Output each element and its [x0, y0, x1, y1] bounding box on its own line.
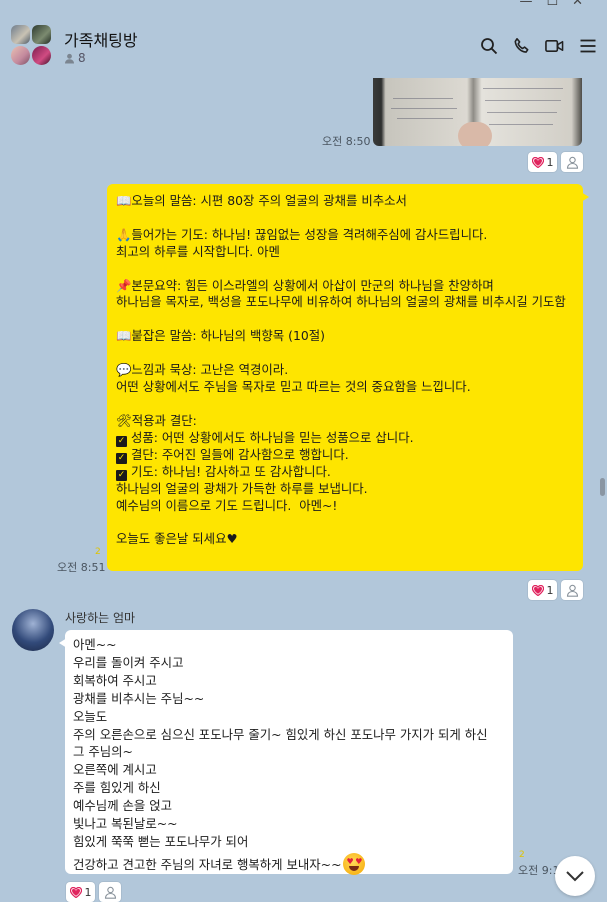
heart-icon: [531, 156, 544, 168]
message-line-text: 성품: 어떤 상황에서도 하나님을 믿는 성품으로 삽니다.: [131, 429, 414, 445]
sender-avatar[interactable]: [12, 609, 54, 651]
message-line: 건강하고 견고한 주님의 자녀로 행복하게 보내자~~ ♥ ♥: [73, 852, 505, 875]
chat-title: 가족채팅방: [64, 31, 138, 50]
message-line-text: 건강하고 견고한 주님의 자녀로 행복하게 보내자~~: [73, 856, 342, 872]
checkbox-icon: ✓: [116, 452, 127, 464]
message-time: 오전 8:50: [322, 135, 371, 148]
message-line: 🙏들어가는 기도: 하나님! 끊임없는 성장을 격려해주심에 감사드립니다.: [116, 226, 488, 242]
message-line: 하나님을 목자로, 백성을 포도나무에 비유하여 하나님의 얼굴의 광채를 비추…: [116, 294, 566, 310]
reaction-count: 1: [546, 155, 554, 169]
message-line: 어떤 상황에서도 주님을 목자로 믿고 따르는 것의 중요함을 느낍니다.: [116, 378, 471, 394]
message-line: 그 주님의~: [73, 744, 133, 760]
scrollbar-thumb[interactable]: [600, 478, 605, 496]
message-line: 예수님의 이름으로 기도 드립니다. 아멘~!: [116, 497, 338, 513]
sender-name: 사랑하는 엄마: [65, 611, 136, 625]
person-icon: [566, 156, 578, 169]
message-line: 오늘도 좋은날 되세요♥: [116, 531, 238, 547]
message-time: 오전 8:51: [57, 561, 106, 574]
reaction-count: 1: [84, 885, 92, 899]
message-line: ✓ 결단: 주어진 일들에 감사함으로 행합니다.: [116, 447, 574, 464]
message-line: 회복하여 주시고: [73, 672, 157, 688]
message-line: 하나님의 얼굴의 광채가 가득한 하루를 보냅니다.: [116, 480, 368, 496]
checkbox-icon: ✓: [116, 435, 127, 447]
received-message-bubble[interactable]: 아멘~~ 우리를 돌이켜 주시고 회복하여 주시고 광채를 비추시는 주님~~ …: [59, 630, 513, 875]
message-line: 최고의 하루를 시작합니다. 아멘: [116, 243, 280, 259]
maximize-button[interactable]: ☐: [546, 0, 572, 9]
unread-count: 2: [519, 850, 525, 860]
close-button[interactable]: ✕: [572, 0, 597, 9]
person-icon: [65, 53, 74, 63]
message-line: 아멘~~: [73, 637, 117, 652]
message-line-text: 결단: 주어진 일들에 감사함으로 행합니다.: [131, 446, 349, 462]
heart-reaction[interactable]: 1: [66, 882, 95, 902]
heart-eyes-emoji-icon: ♥ ♥: [343, 852, 366, 875]
member-avatar: [11, 25, 30, 44]
reaction-members-button[interactable]: [561, 152, 583, 172]
heart-icon: [531, 584, 544, 596]
reaction-members-button[interactable]: [561, 580, 583, 600]
scroll-to-bottom-button[interactable]: [555, 856, 595, 896]
heart-reaction[interactable]: 1: [528, 580, 557, 600]
checkbox-icon: ✓: [116, 469, 127, 481]
message-line: 우리를 돌이켜 주시고: [73, 654, 184, 670]
unread-count: 2: [95, 547, 101, 557]
message-line: 힘있게 쭉쭉 뻗는 포도나무가 되어: [73, 833, 249, 849]
heart-reaction[interactable]: 1: [528, 152, 557, 172]
message-line: 🛠적용과 결단:: [116, 412, 197, 428]
member-avatar: [32, 46, 51, 65]
group-avatar[interactable]: [11, 25, 53, 67]
message-line: ✓ 성품: 어떤 상황에서도 하나님을 믿는 성품으로 삽니다.: [116, 430, 574, 447]
chevron-down-icon: [566, 871, 584, 882]
message-line: 광채를 비추시는 주님~~: [73, 690, 205, 706]
message-line: 주의 오른손으로 심으신 포도나무 줄기~ 힘있게 하신 포도나무 가지가 되게…: [73, 726, 488, 742]
member-avatar: [11, 46, 30, 65]
person-icon: [566, 584, 578, 597]
member-avatar: [32, 25, 51, 44]
message-line: 빛나고 복된날로~~: [73, 816, 178, 832]
message-line-text: 기도: 하나님! 감사하고 또 감사합니다.: [131, 463, 331, 479]
message-line: ✓ 기도: 하나님! 감사하고 또 감사합니다.: [116, 464, 574, 481]
message-line: 주를 힘있게 하신: [73, 780, 161, 796]
chat-header: —☐✕ 가족채팅방 8: [0, 0, 607, 78]
reaction-count: 1: [546, 583, 554, 597]
message-line: 💬느낌과 묵상: 고난은 역경이라.: [116, 362, 289, 377]
minimize-button[interactable]: —: [519, 0, 546, 9]
message-line: 오늘도: [73, 708, 108, 724]
photo-message[interactable]: [373, 78, 582, 146]
person-icon: [104, 886, 116, 899]
message-line: 예수님께 손을 얹고: [73, 798, 173, 814]
window-controls[interactable]: —☐✕: [519, 0, 597, 9]
my-message-bubble[interactable]: 📖오늘의 말씀: 시편 80장 주의 얼굴의 광채를 비추소서 🙏들어가는 기도…: [107, 184, 589, 571]
member-count[interactable]: 8: [64, 51, 86, 65]
video-icon[interactable]: [545, 36, 564, 55]
search-icon[interactable]: [479, 36, 498, 55]
reaction-members-button[interactable]: [99, 882, 121, 902]
message-line: 오른쪽에 계시고: [73, 762, 157, 778]
menu-icon[interactable]: [578, 36, 597, 55]
message-line: 📖오늘의 말씀: 시편 80장 주의 얼굴의 광채를 비추소서: [116, 193, 407, 208]
phone-icon[interactable]: [512, 36, 531, 55]
heart-icon: [69, 886, 82, 898]
message-time: 오전 9:1: [518, 864, 560, 877]
member-count-value: 8: [78, 51, 86, 65]
message-line: 📖붙잡은 말씀: 하나님의 백향목 (10절): [116, 328, 325, 344]
message-line: 📌본문요약: 힘든 이스라엘의 상황에서 아삽이 만군의 하나님을 찬양하며: [116, 277, 494, 293]
